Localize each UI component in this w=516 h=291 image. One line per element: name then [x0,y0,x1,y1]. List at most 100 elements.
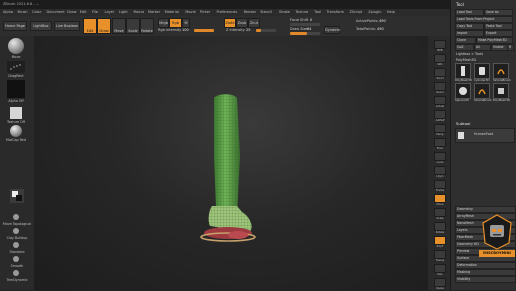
menu-item-picker[interactable]: Picker [200,10,210,14]
tool-thumb-6[interactable] [493,83,509,99]
transp-button[interactable]: Transp [434,250,446,262]
secondary-color-swatch[interactable] [16,195,22,201]
copy-tool-button[interactable]: Copy Tool [455,23,484,30]
menu-item-macro[interactable]: Macro [134,10,145,14]
menu-item-light[interactable]: Light [119,10,128,14]
model-viewport[interactable] [34,36,428,290]
menu-item-layer[interactable]: Layer [105,10,115,14]
tool-thumb-1[interactable] [455,63,471,79]
zoom-button[interactable]: Zoom [434,82,446,94]
actual-button[interactable]: Actual [434,96,446,108]
brush-slot-5-icon[interactable] [13,270,19,276]
m-button[interactable]: M [182,18,190,28]
brush-slot-2-icon[interactable] [13,228,19,234]
zadd-button[interactable]: Zadd [224,18,236,28]
menu-item-stroke[interactable]: Stroke [279,10,290,14]
zsub-button[interactable]: Zsub [236,18,248,28]
persp-button[interactable]: Persp [434,124,446,136]
menu-item-help[interactable]: Help [387,10,395,14]
stroke-thumbnail[interactable] [7,61,25,73]
bpr-button[interactable]: BPR [434,40,446,52]
tray-row-masking[interactable]: Masking [455,269,516,276]
menu-item-draw[interactable]: Draw [67,10,76,14]
menu-item-render[interactable]: Render [244,10,256,14]
scale-button[interactable]: Scale [126,18,140,34]
xpose-button[interactable]: Xpose [434,278,446,290]
rgb-button[interactable]: Rgb [169,18,182,28]
brush-slot-3-icon[interactable] [13,242,19,248]
tool-thumb-3[interactable] [493,63,509,79]
rotate-button[interactable]: Rotate [140,18,154,34]
draw-size-slider[interactable] [290,32,320,35]
mrgb-button[interactable]: Mrgb [158,18,169,28]
leg-model[interactable] [200,94,256,242]
move-view-button[interactable]: Move [434,194,446,206]
tool-thumb-5[interactable] [474,83,490,99]
frame-button[interactable]: Frame [434,180,446,192]
tray-row-deformation[interactable]: Deformation [455,262,516,269]
brush-slot-4-icon[interactable] [13,256,19,262]
r-button[interactable]: R [507,44,514,51]
brush-slot-1-icon[interactable] [13,214,19,220]
menu-item-color[interactable]: Color [32,10,41,14]
goz-button[interactable]: GoZ [455,44,474,51]
export-button[interactable]: Export [484,30,513,37]
menu-item-tool[interactable]: Tool [314,10,321,14]
live-boolean-button[interactable]: Live Boolean [54,21,80,31]
menu-item-material[interactable]: Material [165,10,179,14]
menu-item-edit[interactable]: Edit [80,10,87,14]
color-picker[interactable] [10,189,24,203]
lsym-button[interactable]: LSym [434,166,446,178]
import-button[interactable]: Import [455,30,484,37]
all-button[interactable]: All [474,44,491,51]
menu-item-file[interactable]: File [92,10,98,14]
menu-item-stencil[interactable]: Stencil [260,10,272,14]
document-canvas[interactable] [34,36,428,290]
z-intensity-slider[interactable] [256,29,276,32]
tray-row-geometry[interactable]: Geometry [455,206,516,213]
zcut-button[interactable]: Zcut [248,18,260,28]
menu-item-texture[interactable]: Texture [296,10,309,14]
scroll-button[interactable]: Scroll [434,68,446,80]
draw-button[interactable]: Draw [97,18,111,34]
texture-thumbnail[interactable] [10,107,22,119]
subtool-item[interactable]: HumanFoot [455,128,515,143]
tool-thumb-2[interactable] [474,63,490,79]
move-button[interactable]: Move [112,18,126,34]
paste-tool-button[interactable]: Paste Tool [484,23,513,30]
menu-item-transform[interactable]: Transform [327,10,344,14]
alpha-thumbnail[interactable] [7,80,25,98]
rotate-view-button[interactable]: Rotate [434,222,446,234]
solo-button[interactable]: Solo [434,264,446,276]
local-button[interactable]: Local [434,152,446,164]
menu-item-brush[interactable]: Brush [18,10,28,14]
scale-view-button[interactable]: Scale [434,208,446,220]
visible-button[interactable]: Visible [491,44,508,51]
brush-thumbnail[interactable] [8,38,24,54]
menu-item-document[interactable]: Document [47,10,65,14]
make-polymesh3d-button[interactable]: Make PolyMesh3D [476,37,513,44]
rgb-intensity-slider[interactable] [194,29,214,32]
menu-item-alpha[interactable]: Alpha [3,10,13,14]
menu-item-marker[interactable]: Marker [148,10,160,14]
dynamic-button[interactable]: Dynamic [324,26,340,34]
spix-button[interactable]: SPix [434,54,446,66]
polyf-button[interactable]: PolyF [434,236,446,248]
aahalf-button[interactable]: AAHalf [434,110,446,122]
menu-item-preferences[interactable]: Preferences [217,10,238,14]
tool-thumb-4[interactable] [455,83,471,99]
material-thumbnail[interactable] [10,125,22,137]
clone-button[interactable]: Clone [455,37,476,44]
menu-item-zscript[interactable]: ZScript [350,10,363,14]
focal-shift-slider[interactable] [290,23,320,26]
edit-button[interactable]: Edit [83,18,97,34]
load-tools-from-project-button[interactable]: Load Tools From Project [455,16,513,23]
save-as-button[interactable]: Save As [484,9,513,16]
load-tool-button[interactable]: Load Tool [455,9,484,16]
menu-item-zplugin[interactable]: Zplugin [368,10,381,14]
home-page-button[interactable]: Home Page [3,21,27,31]
menu-item-movie[interactable]: Movie [185,10,195,14]
floor-button[interactable]: Floor [434,138,446,150]
tray-row-visibility[interactable]: Visibility [455,276,516,283]
lightbox-button[interactable]: LightBox [30,21,52,31]
